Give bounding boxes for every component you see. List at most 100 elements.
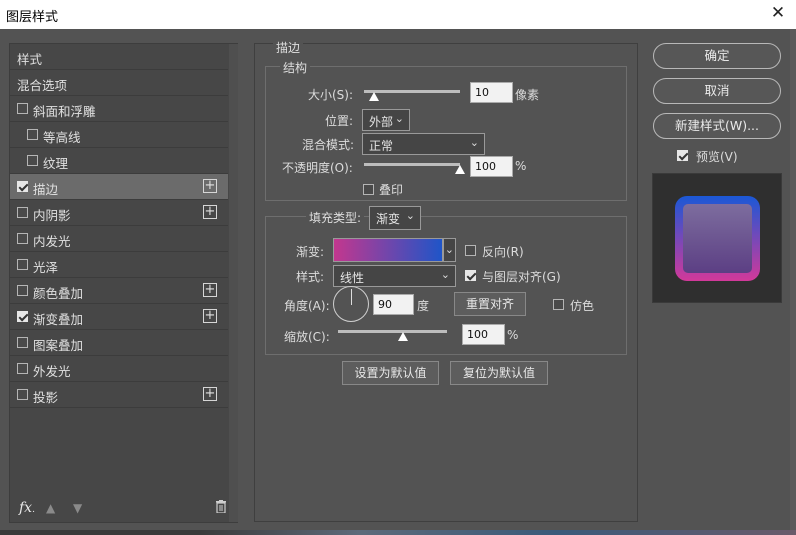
title-bar: 图层样式 ✕ [0,0,796,29]
structure-title: 结构 [280,59,311,76]
overprint-label: 叠印 [379,183,404,197]
style-item-checkbox[interactable] [17,103,28,114]
stroke-section-title: 描边 [273,39,304,56]
align-with-layer-label: 与图层对齐(G) [482,270,561,284]
scale-label: 缩放(C): [284,330,330,344]
opacity-input[interactable]: 100 [470,156,513,177]
ok-button[interactable]: 确定 [653,43,781,69]
move-down-icon[interactable]: ▼ [73,501,82,515]
stroke-settings-panel: 描边 结构 大小(S): 10 像素 位置: 外部 ⌄ 混合模式: 正常 ⌄ 不透明… [254,39,638,522]
style-label: 样式: [296,270,325,284]
angle-dial[interactable] [333,286,369,322]
style-item-label: 纹理 [43,156,69,171]
style-item-label: 渐变叠加 [33,312,84,327]
style-item-label: 斜面和浮雕 [33,104,96,119]
style-item-checkbox[interactable] [17,389,28,400]
plus-icon[interactable]: + [203,387,217,401]
preview-label: 预览(V) [696,150,738,164]
scale-slider-thumb[interactable] [398,332,409,341]
style-item-checkbox[interactable] [17,259,28,270]
style-item-checkbox[interactable] [17,363,28,374]
style-item[interactable]: 颜色叠加 + [10,278,228,304]
preview-checkbox[interactable] [677,150,688,161]
style-item[interactable]: 内阴影 + [10,200,228,226]
chevron-down-icon: ⌄ [405,209,415,222]
gradient-style-select[interactable]: 线性 ⌄ [333,265,456,287]
plus-icon[interactable]: + [203,309,217,323]
blend-mode-select-value: 正常 [369,139,394,153]
overprint-checkbox[interactable] [363,184,374,195]
style-item-checkbox[interactable] [27,129,38,140]
styles-list-scrollbar[interactable] [229,44,238,522]
style-item-checkbox[interactable] [17,285,28,296]
set-default-button[interactable]: 设置为默认值 [342,361,439,385]
scale-slider-track[interactable] [338,330,447,333]
angle-unit: 度 [417,299,430,313]
size-slider-thumb[interactable] [368,92,379,101]
style-item[interactable]: 投影 + [10,382,228,408]
reverse-checkbox[interactable] [465,245,476,256]
blend-mode-select[interactable]: 正常 ⌄ [362,133,485,155]
gradient-style-select-value: 线性 [340,271,365,285]
angle-input[interactable]: 90 [373,294,414,315]
style-item-checkbox[interactable] [27,155,38,166]
fill-type-select[interactable]: 渐变 ⌄ [369,206,421,230]
position-select-value: 外部 [369,115,394,129]
styles-list-toolbar: fx. ▲ ▼ [10,494,237,522]
taskbar-strip [0,530,796,535]
window-edge [790,29,796,530]
style-item-label: 样式 [17,52,43,67]
style-item-label: 投影 [33,390,59,405]
size-input[interactable]: 10 [470,82,513,103]
chevron-down-icon: ⌄ [444,243,454,256]
fill-type-select-value: 渐变 [376,212,401,226]
style-item[interactable]: 光泽 [10,252,228,278]
gradient-dropdown[interactable]: ⌄ [443,238,456,262]
preview-stroke-swatch [675,196,760,281]
style-item-checkbox[interactable] [17,337,28,348]
opacity-slider-track[interactable] [364,163,460,166]
style-item[interactable]: 渐变叠加 + [10,304,228,330]
style-item[interactable]: 外发光 [10,356,228,382]
move-up-icon[interactable]: ▲ [46,501,55,515]
scale-unit: % [507,328,519,342]
style-item-checkbox[interactable] [17,207,28,218]
style-item-label: 描边 [33,182,59,197]
style-item[interactable]: 内发光 [10,226,228,252]
reset-default-button[interactable]: 复位为默认值 [450,361,548,385]
fx-button[interactable]: fx. [19,500,35,516]
position-select[interactable]: 外部 ⌄ [362,109,410,131]
position-label: 位置: [325,114,354,128]
chevron-down-icon: ⌄ [440,268,450,281]
window-title: 图层样式 [6,10,59,25]
size-unit: 像素 [515,88,540,102]
style-item-checkbox[interactable] [17,311,28,322]
style-item[interactable]: 样式 [10,44,228,70]
close-icon[interactable]: ✕ [768,3,788,23]
new-style-button[interactable]: 新建样式(W)... [653,113,781,139]
opacity-slider-thumb[interactable] [455,165,465,174]
style-item[interactable]: 图案叠加 [10,330,228,356]
reset-align-button[interactable]: 重置对齐 [454,292,526,316]
styles-list-panel: 样式 混合选项 斜面和浮雕 等高线 纹理 描边 + 内阴影 + 内发光 光泽 颜色叠加 + 渐变叠加 + 图案… [9,43,238,523]
style-item[interactable]: 混合选项 [10,70,228,96]
style-item[interactable]: 描边 + [10,174,228,200]
style-item-checkbox[interactable] [17,233,28,244]
plus-icon[interactable]: + [203,179,217,193]
style-item-checkbox[interactable] [17,181,28,192]
dither-checkbox[interactable] [553,299,564,310]
align-with-layer-checkbox[interactable] [465,270,476,281]
gradient-picker[interactable] [333,238,443,262]
plus-icon[interactable]: + [203,283,217,297]
style-item[interactable]: 等高线 [10,122,228,148]
opacity-label: 不透明度(O): [282,161,353,175]
scale-input[interactable]: 100 [462,324,505,345]
style-preview [652,173,782,303]
plus-icon[interactable]: + [203,205,217,219]
angle-label: 角度(A): [284,299,330,313]
trash-icon[interactable] [215,500,227,514]
structure-group: 结构 大小(S): 10 像素 位置: 外部 ⌄ 混合模式: 正常 ⌄ 不透明度(O… [265,59,627,201]
cancel-button[interactable]: 取消 [653,78,781,104]
style-item[interactable]: 斜面和浮雕 [10,96,228,122]
style-item[interactable]: 纹理 [10,148,228,174]
